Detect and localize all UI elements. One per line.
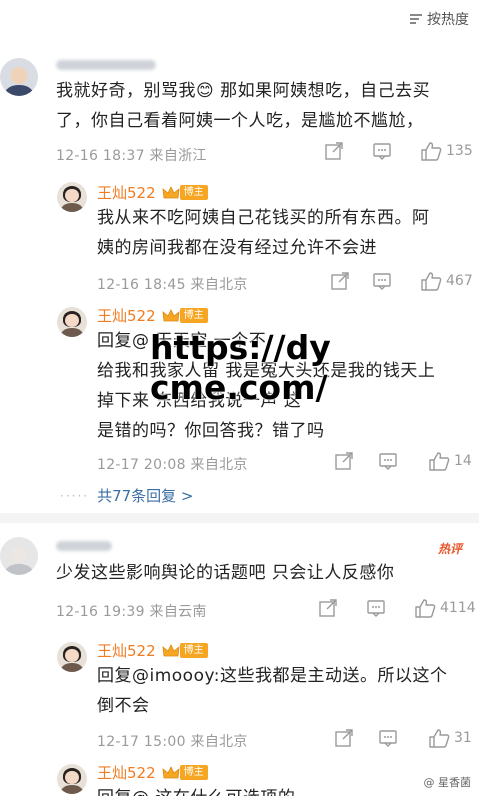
comment-icon	[379, 453, 397, 470]
divider	[0, 513, 479, 523]
username-blurred	[56, 60, 156, 70]
share-icon	[325, 142, 343, 160]
more-replies-label: 共77条回复 >	[97, 487, 194, 505]
reply-username[interactable]: 王灿522	[97, 762, 156, 783]
sort-icon	[410, 14, 422, 24]
crown-icon	[162, 308, 180, 321]
avatar[interactable]	[57, 764, 87, 794]
share-icon	[319, 599, 337, 617]
like-count: 135	[446, 143, 473, 159]
more-replies-link[interactable]: ····· 共77条回复 >	[60, 485, 194, 506]
comment-meta: 12-16 18:37 来自浙江	[56, 148, 207, 164]
blogger-badge: 博主	[179, 185, 208, 200]
like-button[interactable]: 31	[428, 728, 472, 748]
reply-button[interactable]	[378, 728, 428, 748]
reply-meta: 12-16 18:45 来自北京	[97, 277, 248, 293]
reply-username[interactable]: 王灿522	[97, 182, 156, 203]
like-count: 4114	[440, 600, 476, 616]
share-icon	[335, 729, 353, 747]
sort-label: 按热度	[427, 12, 469, 28]
share-button[interactable]	[334, 728, 378, 748]
reply-button[interactable]	[372, 271, 420, 291]
comment-icon	[373, 143, 391, 160]
blogger-badge: 博主	[179, 308, 208, 323]
comment-text: 我就好奇，别骂我😊 那如果阿姨想吃，自己去买 了，你自己看着阿姨一个人吃，是尴尬…	[56, 81, 431, 131]
reply-meta: 12-17 20:08 来自北京	[97, 457, 248, 473]
comment-text: 少发这些影响舆论的话题吧 只会让人反感你	[56, 563, 395, 583]
avatar[interactable]	[57, 182, 87, 212]
reply-username[interactable]: 王灿522	[97, 305, 156, 326]
comment-meta: 12-16 19:39 来自云南	[56, 604, 207, 620]
sort-toggle[interactable]: 按热度	[409, 8, 469, 30]
hot-comment-tag: 热评	[438, 542, 463, 556]
avatar[interactable]	[57, 642, 87, 672]
thumbs-up-icon	[421, 272, 442, 291]
like-count: 14	[454, 453, 472, 469]
thumbs-up-icon	[429, 452, 450, 471]
share-icon	[335, 452, 353, 470]
share-icon	[331, 272, 349, 290]
share-button[interactable]	[330, 271, 372, 291]
avatar[interactable]	[0, 537, 38, 575]
reply-text: 回复@ 这在什么可选项的	[97, 783, 477, 796]
source-watermark: @ 星香菌	[423, 776, 472, 789]
like-count: 31	[454, 730, 472, 746]
blogger-badge: 博主	[179, 643, 208, 658]
comment-icon	[373, 273, 391, 290]
avatar[interactable]	[0, 58, 38, 96]
reply-button[interactable]	[372, 141, 420, 161]
avatar[interactable]	[57, 307, 87, 337]
comment-icon	[379, 730, 397, 747]
username-blurred	[56, 541, 112, 551]
reply-text: 我从来不吃阿姨自己花钱买的所有东西。阿 姨的房间我都在没有经过允许不会进	[97, 208, 430, 258]
share-button[interactable]	[324, 141, 372, 161]
reply-username[interactable]: 王灿522	[97, 640, 156, 661]
like-button[interactable]: 14	[428, 451, 472, 471]
crown-icon	[162, 185, 180, 198]
like-button[interactable]: 135	[420, 141, 473, 161]
thumbs-up-icon	[415, 599, 436, 618]
thumbs-up-icon	[429, 729, 450, 748]
comment-icon	[367, 600, 385, 617]
watermark-url: https://dy cme.com/	[150, 328, 331, 407]
share-button[interactable]	[318, 598, 366, 618]
like-count: 467	[446, 273, 473, 289]
reply-meta: 12-17 15:00 来自北京	[97, 734, 248, 750]
reply-text: 回复@imoooy:这些我都是主动送。所以这个 倒不会	[97, 666, 448, 716]
crown-icon	[162, 765, 180, 778]
thumbs-up-icon	[421, 142, 442, 161]
like-button[interactable]: 4114	[414, 598, 476, 618]
crown-icon	[162, 643, 180, 656]
share-button[interactable]	[334, 451, 378, 471]
blogger-badge: 博主	[179, 765, 208, 780]
reply-button[interactable]	[366, 598, 414, 618]
reply-button[interactable]	[378, 451, 428, 471]
like-button[interactable]: 467	[420, 271, 473, 291]
dots-icon: ·····	[60, 488, 90, 503]
